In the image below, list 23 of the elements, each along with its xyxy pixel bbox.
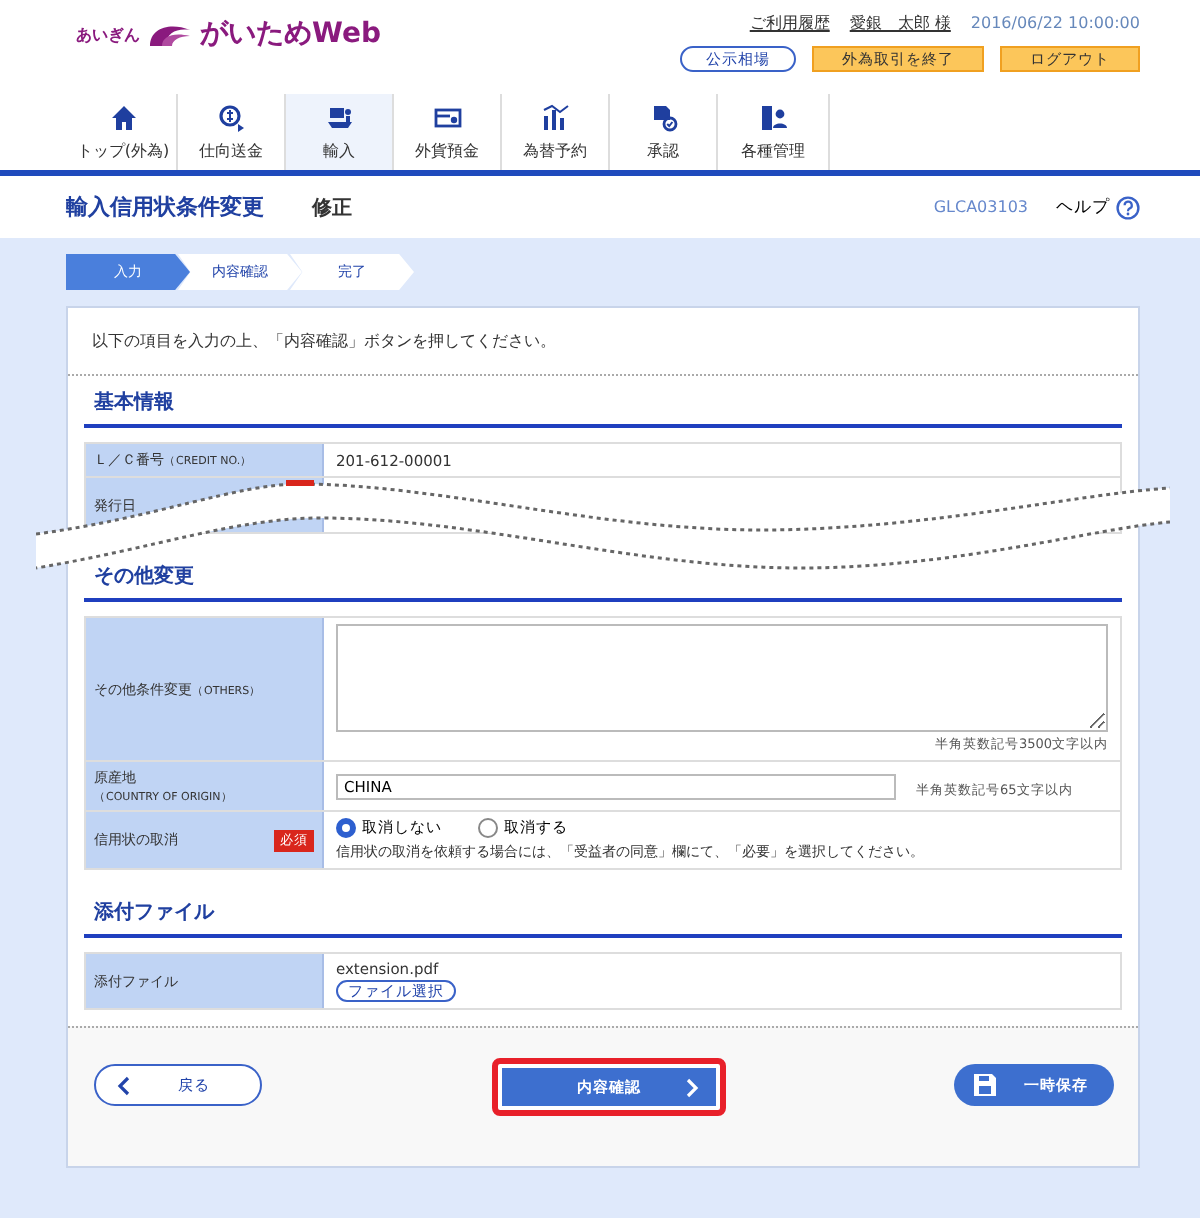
logo-text: がいためWeb xyxy=(200,16,381,52)
home-icon xyxy=(109,103,137,131)
logo-prefix: あいぎん xyxy=(76,23,140,45)
screen-id: GLCA03103 xyxy=(933,198,1028,216)
page-title: 輸入信用状条件変更 xyxy=(66,192,264,222)
page-subtitle: 修正 xyxy=(312,195,354,221)
card-icon xyxy=(433,103,461,131)
chart-icon xyxy=(541,103,569,131)
instruction-text: 以下の項目を入力の上、「内容確認」ボタンを押してください。 xyxy=(68,308,1138,376)
header-link[interactable]: 愛銀 太郎 様 xyxy=(849,12,951,34)
person-list-icon xyxy=(759,103,787,131)
help-icon xyxy=(1116,195,1140,219)
help-link[interactable]: ヘルプ xyxy=(1056,195,1140,219)
date-time: 2016/06/22 10:00:00 xyxy=(970,14,1140,32)
ship-icon xyxy=(325,103,353,131)
header-link[interactable]: ご利用履歴 xyxy=(749,12,830,34)
chevron-right-icon xyxy=(685,1077,699,1097)
document-check-icon xyxy=(649,103,677,131)
chevron-left-icon xyxy=(116,1075,130,1095)
section-title: 基本情報 xyxy=(84,388,1122,428)
nav-tab[interactable]: 輸入 xyxy=(286,94,394,170)
section-title: 添付ファイル xyxy=(84,898,1122,938)
text-area[interactable] xyxy=(336,624,1108,732)
